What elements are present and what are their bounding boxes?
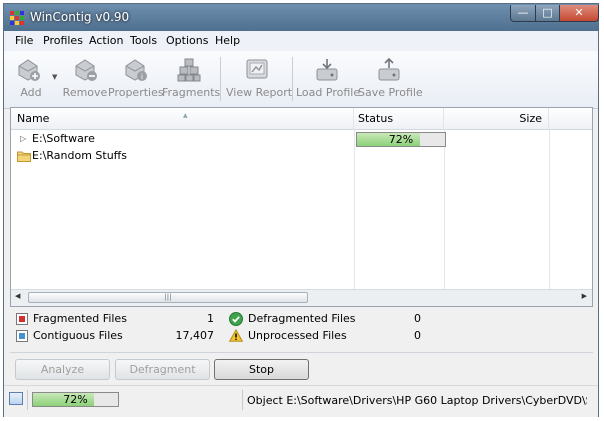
- analyze-button[interactable]: Analyze: [15, 359, 110, 380]
- status-window-icon: [9, 392, 23, 405]
- menu-help[interactable]: Help: [215, 34, 240, 47]
- stop-button[interactable]: Stop: [214, 359, 309, 380]
- stat-fragmented: Fragmented Files 1: [16, 311, 216, 327]
- column-divider: [354, 130, 355, 290]
- stats-panel: Fragmented Files 1 Contiguous Files 17,4…: [10, 308, 593, 350]
- properties-label: Properties: [108, 86, 164, 99]
- fragments-button[interactable]: Fragments: [162, 53, 221, 103]
- toolbar-separator: [292, 57, 293, 101]
- add-label: Add: [20, 86, 42, 99]
- check-icon: [229, 312, 243, 326]
- stat-unprocessed-label: Unprocessed Files: [248, 329, 347, 342]
- stat-fragmented-label: Fragmented Files: [33, 312, 127, 325]
- sort-ascending-icon: ▲: [183, 112, 188, 119]
- fragments-label: Fragments: [162, 86, 221, 99]
- save-profile-button[interactable]: Save Profile: [358, 53, 423, 103]
- expand-arrow-icon[interactable]: ▷: [20, 131, 26, 147]
- defragment-button[interactable]: Defragment: [115, 359, 210, 380]
- status-separator: [27, 390, 28, 410]
- load-profile-label: Load Profile: [296, 86, 361, 99]
- stat-defragmented-label: Defragmented Files: [248, 312, 356, 325]
- properties-disk-icon: i: [125, 59, 147, 81]
- menu-tools[interactable]: Tools: [130, 34, 157, 47]
- load-profile-icon: [316, 59, 338, 81]
- column-header-name-label: Name: [17, 112, 50, 125]
- file-list[interactable]: ▲ Name Status Size ▷ E:\Software 72% E:\…: [10, 107, 593, 307]
- toolbar: Add ▼ Remove i Properties Fragments View…: [4, 51, 598, 109]
- stat-contiguous-value: 17,407: [175, 329, 215, 342]
- menu-bar: File Profiles Action Tools Options Help: [4, 31, 598, 52]
- list-item-name: E:\Software: [32, 132, 95, 145]
- properties-button[interactable]: i Properties: [108, 53, 164, 103]
- status-bar: 72% Object E:\Software\Drivers\HP G60 La…: [4, 385, 598, 417]
- column-header-size[interactable]: Size: [444, 108, 549, 130]
- stat-defragmented-value: 0: [414, 312, 421, 325]
- list-item-name: E:\Random Stuffs: [32, 149, 127, 162]
- status-progress: 72%: [32, 392, 119, 407]
- app-icon: [10, 11, 24, 25]
- fragmented-files-icon: [16, 313, 28, 325]
- column-header-filler: [549, 108, 592, 130]
- fragments-icon: [177, 58, 201, 82]
- scroll-left-icon[interactable]: ◀: [15, 292, 20, 300]
- folder-icon: [17, 151, 31, 162]
- list-item[interactable]: E:\Random Stuffs: [11, 148, 351, 164]
- status-progress-text: 72%: [63, 393, 88, 406]
- add-dropdown-arrow[interactable]: ▼: [52, 73, 57, 81]
- warning-icon: [229, 329, 243, 342]
- close-button[interactable]: ✕: [559, 5, 599, 22]
- toolbar-separator: [220, 57, 221, 101]
- window-title: WinContig v0.90: [30, 10, 130, 24]
- divider: [10, 352, 593, 353]
- stat-contiguous: Contiguous Files 17,407: [16, 328, 216, 344]
- list-item[interactable]: ▷ E:\Software: [11, 131, 351, 147]
- stat-unprocessed-value: 0: [414, 329, 421, 342]
- row-status-progress-text: 72%: [388, 133, 414, 146]
- stat-fragmented-value: 1: [207, 312, 214, 325]
- view-report-icon: [246, 59, 268, 79]
- status-object-text: Object E:\Software\Drivers\HP G60 Laptop…: [247, 394, 587, 407]
- column-header-status-label: Status: [358, 112, 394, 125]
- contiguous-files-icon: [16, 330, 28, 342]
- row-status-progress: 72%: [356, 132, 446, 147]
- view-report-button[interactable]: View Report: [226, 53, 293, 103]
- menu-action[interactable]: Action: [89, 34, 123, 47]
- menu-file[interactable]: File: [15, 34, 33, 47]
- column-divider: [549, 130, 550, 290]
- scrollbar-grip-icon: |||: [164, 293, 172, 301]
- remove-button[interactable]: Remove: [62, 53, 108, 103]
- column-header-size-label: Size: [519, 112, 542, 125]
- save-profile-label: Save Profile: [358, 86, 423, 99]
- title-bar[interactable]: WinContig v0.90 — □ ✕: [4, 4, 599, 31]
- column-header-name[interactable]: ▲ Name: [11, 108, 354, 130]
- horizontal-scrollbar[interactable]: ◀ ||| ▶: [11, 289, 592, 306]
- add-disk-icon: [18, 59, 40, 81]
- scroll-right-icon[interactable]: ▶: [582, 292, 587, 300]
- load-profile-button[interactable]: Load Profile: [296, 53, 361, 103]
- svg-text:i: i: [141, 73, 143, 81]
- save-profile-icon: [378, 57, 400, 81]
- menu-profiles[interactable]: Profiles: [43, 34, 83, 47]
- menu-options[interactable]: Options: [166, 34, 208, 47]
- remove-label: Remove: [62, 86, 108, 99]
- column-divider: [444, 130, 445, 290]
- stat-unprocessed: Unprocessed Files 0: [229, 328, 429, 344]
- stat-defragmented: Defragmented Files 0: [229, 311, 429, 327]
- scrollbar-thumb[interactable]: |||: [28, 292, 308, 303]
- app-window: WinContig v0.90 — □ ✕ File Profiles Acti…: [3, 3, 599, 417]
- status-separator: [242, 390, 243, 410]
- stat-contiguous-label: Contiguous Files: [33, 329, 123, 342]
- remove-disk-icon: [75, 59, 97, 81]
- maximize-button[interactable]: □: [535, 5, 560, 22]
- view-report-label: View Report: [226, 86, 293, 99]
- minimize-button[interactable]: —: [510, 5, 536, 22]
- column-header-status[interactable]: Status: [354, 108, 444, 130]
- add-button[interactable]: Add: [9, 53, 53, 103]
